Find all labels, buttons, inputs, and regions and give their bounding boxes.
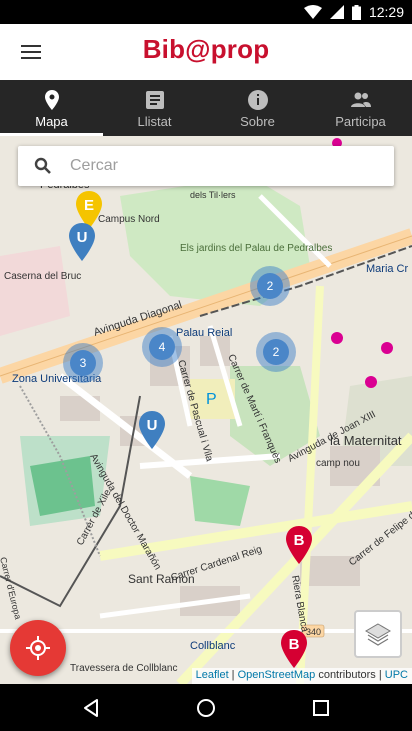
library-pin-u[interactable]: U	[69, 223, 95, 261]
parking-label: P	[206, 391, 217, 408]
cluster-count: 2	[263, 339, 289, 365]
tab-mapa[interactable]: Mapa	[0, 80, 103, 136]
app-bar: Bib@prop	[0, 24, 412, 80]
layers-button[interactable]	[354, 610, 402, 658]
map-view[interactable]: P 340 Avinguda Diagonal Palau Reial Zona…	[0, 136, 412, 684]
pin-letter: E	[84, 197, 94, 214]
street-label: Campus Nord	[98, 214, 160, 225]
street-label: Travessera de Collblanc	[70, 663, 177, 674]
crosshair-icon	[26, 636, 50, 660]
attribution-separator: |	[228, 669, 238, 681]
app-logo: Bib@prop	[142, 34, 270, 64]
library-pin-u[interactable]: U	[139, 411, 165, 449]
tab-label: Participa	[335, 114, 386, 129]
street-label: dels Til·lers	[190, 190, 236, 200]
tab-llistat[interactable]: Llistat	[103, 80, 206, 136]
cluster-count: 3	[70, 350, 96, 376]
library-pin-b[interactable]: B	[286, 526, 312, 564]
pin-letter: U	[147, 417, 158, 434]
upc-link[interactable]: UPC	[385, 669, 408, 681]
cluster-count: 2	[257, 273, 283, 299]
street-label: Collblanc	[190, 640, 236, 652]
status-time: 12:29	[368, 4, 404, 20]
street-label: Sant Ramon	[128, 572, 195, 586]
attribution-contributors: contributors |	[315, 669, 385, 681]
marker-cluster[interactable]: 4	[142, 327, 182, 367]
back-icon[interactable]	[79, 696, 103, 720]
people-icon	[350, 92, 371, 107]
pin-letter: B	[294, 532, 305, 549]
tab-label: Llistat	[137, 114, 172, 129]
locate-me-button[interactable]	[10, 620, 66, 676]
status-bar: 12:29	[0, 0, 412, 24]
map-tiles[interactable]: P 340 Avinguda Diagonal Palau Reial Zona…	[0, 136, 412, 684]
tab-bar: Mapa Llistat Sobre Participa	[0, 80, 412, 136]
map-pin-icon	[44, 90, 59, 110]
street-label: Els jardins del Palau de Pedralbes	[180, 243, 332, 254]
search-box	[18, 146, 394, 186]
map-attribution: Leaflet | OpenStreetMap contributors | U…	[191, 668, 412, 684]
pin-letter: B	[289, 636, 300, 653]
marker-cluster[interactable]: 2	[250, 266, 290, 306]
system-nav-bar	[0, 684, 412, 731]
list-icon	[145, 91, 164, 109]
search-input[interactable]	[70, 152, 370, 180]
cluster-count: 4	[149, 334, 175, 360]
street-label: Caserna del Bruc	[4, 271, 81, 282]
marker-cluster[interactable]: 3	[63, 343, 103, 383]
info-icon	[247, 90, 268, 110]
search-icon	[34, 157, 51, 174]
openstreetmap-link[interactable]: OpenStreetMap	[238, 669, 316, 681]
street-label: Palau Reial	[176, 327, 232, 339]
status-icons: 12:29	[303, 4, 404, 20]
street-label: camp nou	[316, 458, 360, 469]
street-label: la Maternitat	[330, 433, 402, 448]
tab-label: Mapa	[35, 114, 68, 129]
battery-icon	[351, 4, 361, 20]
street-label: Maria Cr	[366, 263, 409, 275]
layers-icon	[365, 623, 391, 646]
marker-cluster[interactable]: 2	[256, 332, 296, 372]
recents-icon[interactable]	[309, 696, 333, 720]
tab-participa[interactable]: Participa	[309, 80, 412, 136]
home-icon[interactable]	[194, 696, 218, 720]
signal-icon	[329, 5, 344, 19]
tab-sobre[interactable]: Sobre	[206, 80, 309, 136]
library-pin-b[interactable]: B	[281, 630, 307, 668]
pin-letter: U	[77, 229, 88, 246]
tab-label: Sobre	[240, 114, 275, 129]
wifi-icon	[303, 5, 322, 19]
leaflet-link[interactable]: Leaflet	[196, 669, 229, 681]
